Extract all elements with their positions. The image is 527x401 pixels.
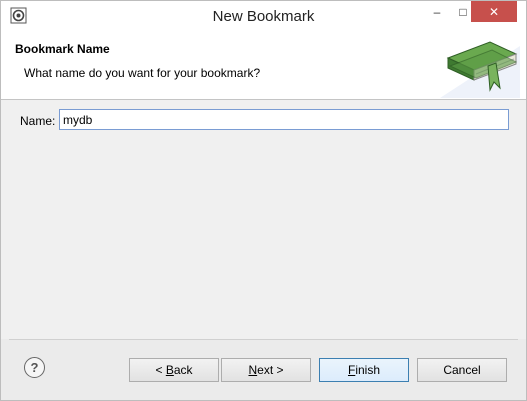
wizard-header: Bookmark Name What name do you want for … bbox=[1, 32, 526, 100]
finish-button-mnemonic: F bbox=[347, 363, 356, 377]
back-button-rest: ack bbox=[173, 363, 193, 377]
page-title: Bookmark Name bbox=[15, 42, 110, 56]
back-button-mnemonic: B bbox=[165, 363, 174, 377]
new-bookmark-dialog: New Bookmark – □ ✕ Bookmark Name What na… bbox=[0, 0, 527, 401]
cancel-button[interactable]: Cancel bbox=[417, 358, 507, 382]
footer-separator bbox=[9, 339, 518, 340]
next-button-rest: ext > bbox=[257, 363, 284, 377]
finish-button-rest: inish bbox=[355, 363, 381, 377]
wizard-body: Name: bbox=[1, 100, 526, 339]
next-button-mnemonic: N bbox=[248, 363, 258, 377]
bookmark-name-input[interactable] bbox=[59, 109, 509, 130]
name-label: Name: bbox=[20, 114, 56, 128]
finish-button[interactable]: Finish bbox=[319, 358, 409, 382]
page-description: What name do you want for your bookmark? bbox=[24, 66, 261, 80]
title-bar[interactable]: New Bookmark – □ ✕ bbox=[1, 1, 526, 32]
help-icon[interactable]: ? bbox=[24, 357, 45, 378]
next-button[interactable]: Next > bbox=[221, 358, 311, 382]
back-button[interactable]: < Back bbox=[129, 358, 219, 382]
minimize-button[interactable]: – bbox=[424, 1, 450, 22]
close-button[interactable]: ✕ bbox=[471, 1, 517, 22]
bookmark-book-icon bbox=[440, 41, 520, 98]
back-button-prefix: < bbox=[155, 363, 166, 377]
